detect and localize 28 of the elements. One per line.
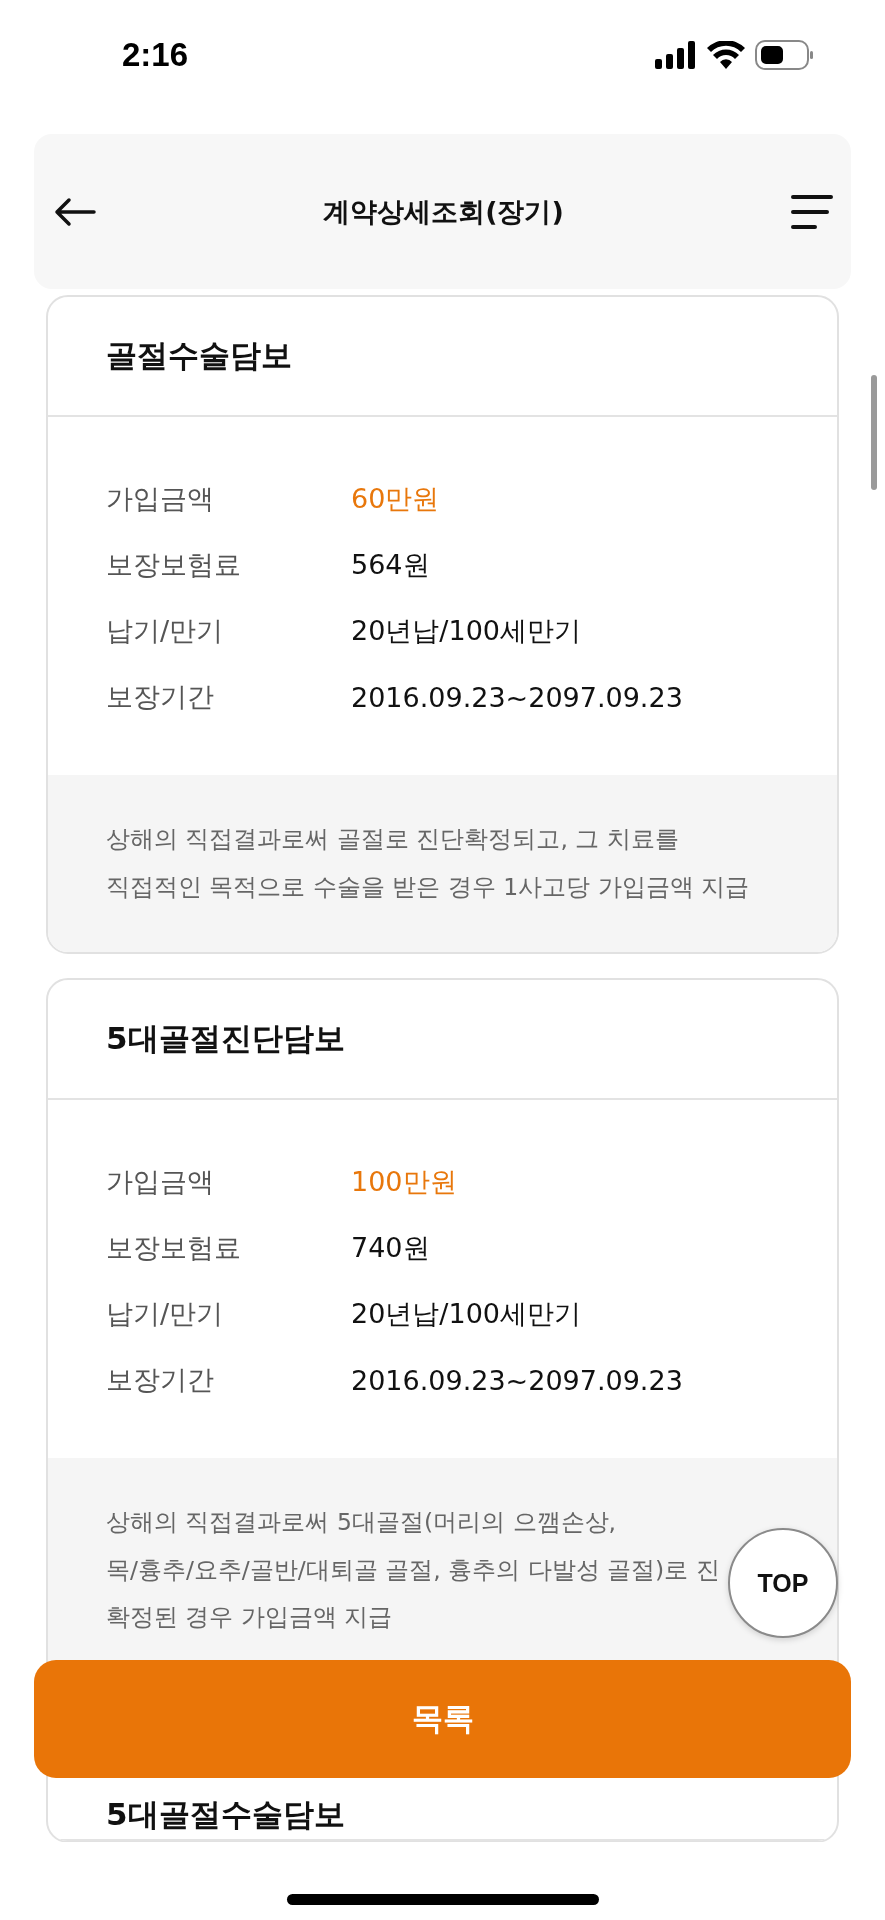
wifi-icon [707, 41, 745, 69]
row-label: 보장보험료 [106, 548, 242, 582]
description-text: 직접적인 목적으로 수술을 받은 경우 1사고당 가입금액 지급 [106, 871, 751, 903]
description-text: 상해의 직접결과로써 5대골절(머리의 으깸손상, [106, 1507, 617, 1538]
row-value: 564원 [351, 548, 430, 582]
row-label: 보장보험료 [106, 1231, 242, 1266]
card-title: 5대골절진단담보 [106, 1019, 345, 1059]
card-title: 골절수술담보 [106, 336, 292, 375]
row-label: 납기/만기 [106, 1297, 225, 1332]
row-label: 가입금액 [106, 1165, 215, 1200]
card-title: 5대골절수술담보 [106, 1794, 345, 1834]
description-text: 확정된 경우 가입금액 지급 [106, 1602, 394, 1633]
row-value: 20년납/100세만기 [351, 1297, 581, 1332]
signal-icon [655, 41, 697, 69]
page-title: 계약상세조회(장기) [323, 194, 564, 229]
description-text: 상해의 직접결과로써 골절로 진단확정되고, 그 치료를 [106, 824, 680, 855]
row-label: 납기/만기 [106, 614, 225, 648]
battery-icon [755, 40, 815, 70]
row-value: 20년납/100세만기 [351, 614, 581, 648]
row-value: 2016.09.23~2097.09.23 [351, 1364, 683, 1396]
row-label: 보장기간 [106, 1363, 215, 1398]
row-value: 740원 [351, 1231, 430, 1266]
status-time: 2:16 [122, 36, 189, 74]
row-label: 가입금액 [106, 482, 215, 516]
row-label: 보장기간 [106, 680, 215, 714]
row-value: 100만원 [351, 1165, 457, 1200]
row-value: 60만원 [351, 482, 440, 516]
row-value: 2016.09.23~2097.09.23 [351, 681, 683, 713]
